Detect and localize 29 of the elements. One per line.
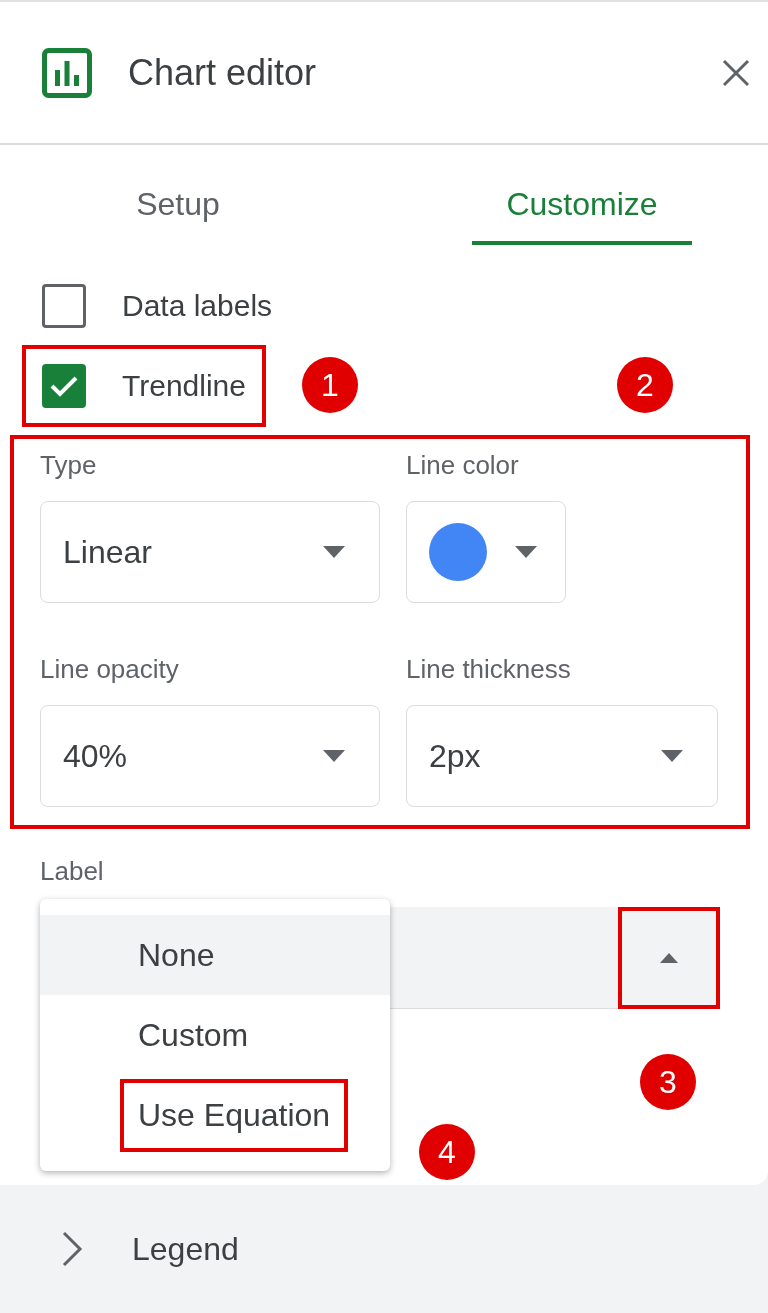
dropdown[interactable]: 40% <box>40 705 380 807</box>
color-dropdown[interactable] <box>406 501 566 603</box>
checkbox-label: Trendline <box>122 369 246 403</box>
close-icon[interactable] <box>722 58 750 87</box>
field-label: Line opacity <box>40 653 179 686</box>
menu-item[interactable]: None <box>40 915 390 995</box>
checkbox[interactable] <box>42 284 86 328</box>
section-header[interactable]: Legend <box>0 1230 239 1268</box>
caret-icon <box>660 952 678 963</box>
chart-icon <box>42 47 92 98</box>
chevron-icon <box>62 1231 84 1267</box>
field-label: Line color <box>406 449 519 482</box>
dropdown[interactable]: Linear <box>40 501 380 603</box>
dropdown[interactable]: 2px <box>406 705 718 807</box>
caret-icon <box>661 750 683 762</box>
caret-icon <box>323 750 345 762</box>
tab[interactable]: Customize <box>472 145 692 245</box>
tab[interactable]: Setup <box>60 145 296 245</box>
menu-item[interactable]: Use Equation <box>40 1075 390 1155</box>
field-label: Label <box>40 855 105 888</box>
field-label: Line thickness <box>406 653 571 686</box>
field-label: Type <box>40 449 97 482</box>
menu-item[interactable]: Custom <box>40 995 390 1075</box>
caret-icon <box>515 546 537 558</box>
checkbox-label: Data labels <box>122 289 273 323</box>
panel-title: Chart editor <box>128 51 318 94</box>
checkmark-icon <box>49 374 79 398</box>
caret-icon <box>323 546 345 558</box>
checkbox[interactable] <box>42 364 86 408</box>
